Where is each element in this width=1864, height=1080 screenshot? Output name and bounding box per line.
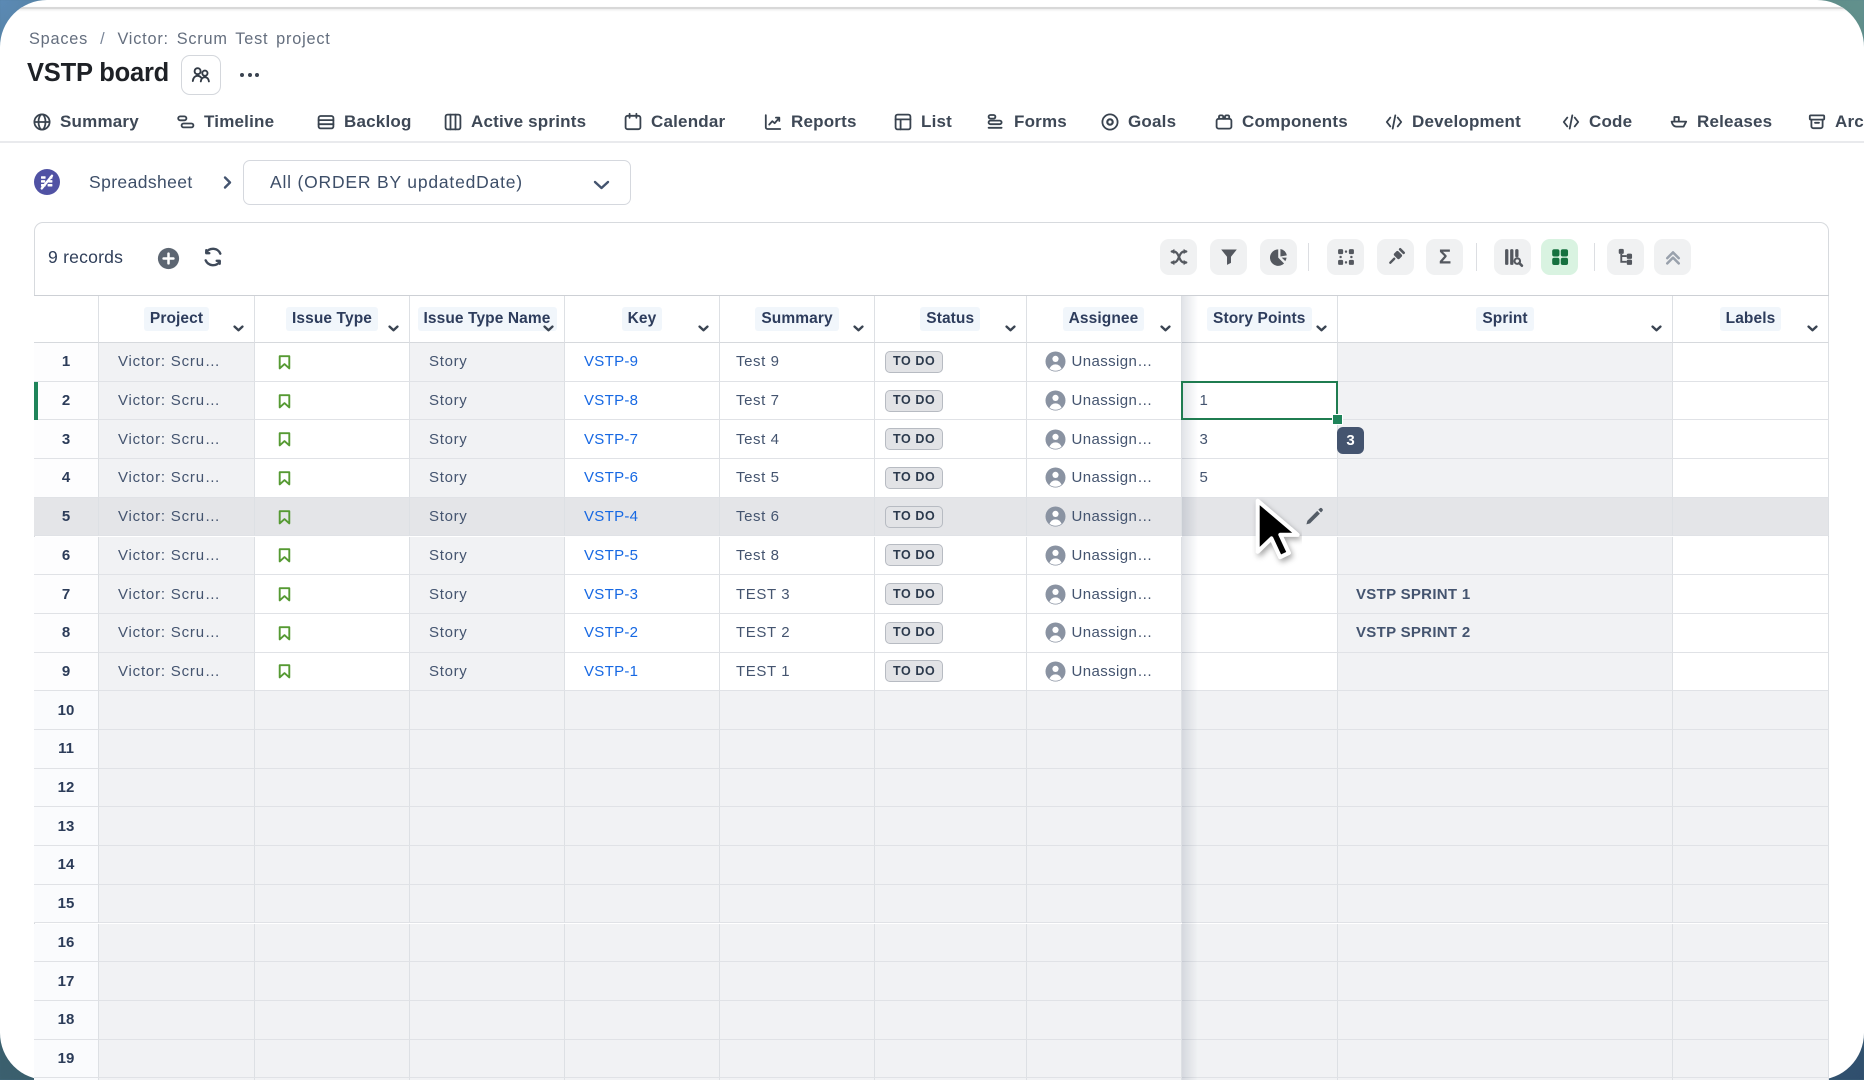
svg-text:Σ: Σ bbox=[1438, 247, 1450, 268]
